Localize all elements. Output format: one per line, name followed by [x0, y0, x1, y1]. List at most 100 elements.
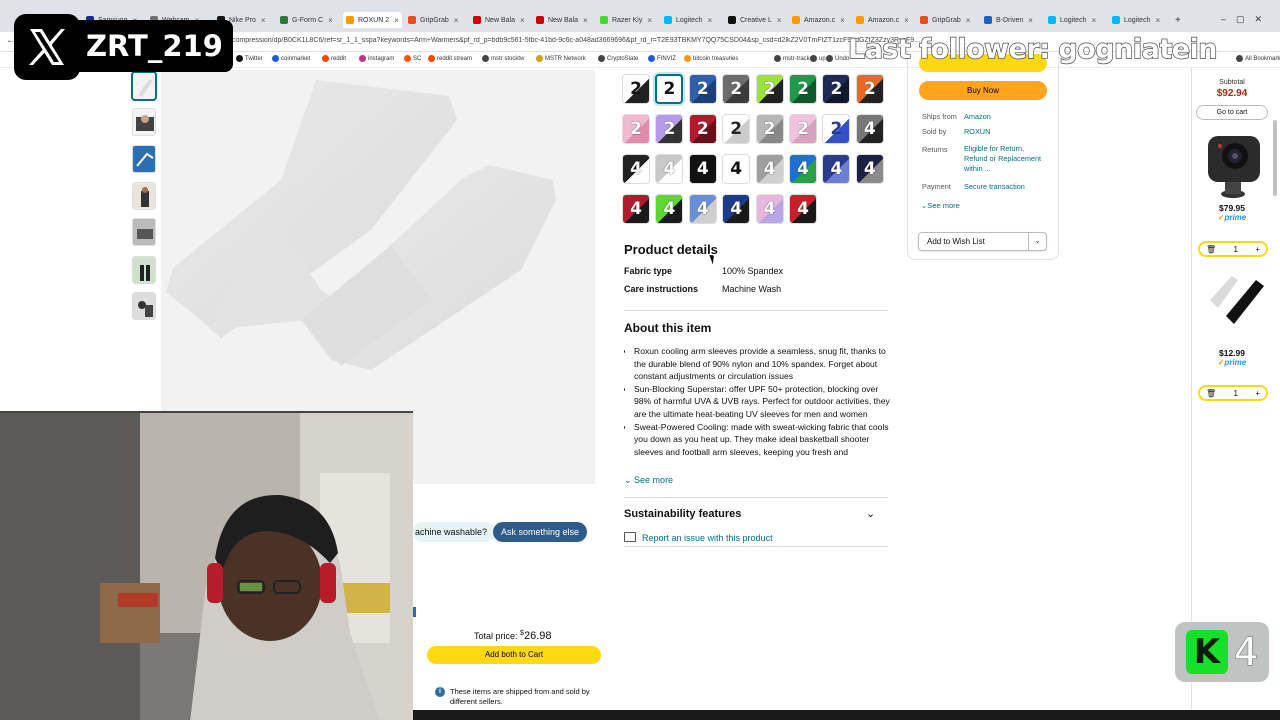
bookmark-item[interactable]: All Bookmarks: [1236, 55, 1280, 62]
bookmark-item[interactable]: coinmarket: [272, 55, 310, 62]
color-swatch[interactable]: 2: [688, 114, 717, 144]
see-more-link[interactable]: ⌄ See more: [624, 475, 673, 486]
window-controls[interactable]: –▢✕: [1221, 14, 1272, 25]
color-swatch[interactable]: 4: [855, 114, 884, 144]
color-swatch[interactable]: 4: [722, 194, 751, 224]
color-swatch[interactable]: 2: [755, 114, 784, 144]
close-icon[interactable]: ×: [966, 16, 971, 25]
color-swatch[interactable]: 4: [755, 194, 784, 224]
color-swatch[interactable]: 2: [622, 74, 650, 104]
bookmark-item[interactable]: reddit: [322, 55, 346, 62]
color-swatch[interactable]: 2: [822, 74, 851, 104]
color-swatch[interactable]: 4: [722, 154, 751, 184]
add-both-to-cart-button[interactable]: Add both to Cart: [427, 646, 601, 664]
report-issue-link[interactable]: Report an issue with this product: [642, 533, 773, 543]
color-swatch[interactable]: 2: [655, 114, 684, 144]
buy-now-button[interactable]: Buy Now: [919, 81, 1047, 100]
color-swatch[interactable]: 2: [789, 114, 817, 144]
color-swatch[interactable]: 4: [655, 154, 684, 184]
close-icon[interactable]: ×: [520, 16, 525, 25]
buybox-see-more-link[interactable]: ⌄See more: [921, 201, 960, 210]
browser-tab[interactable]: Amazon.c ×: [792, 13, 845, 27]
color-swatch[interactable]: 4: [688, 154, 717, 184]
chevron-down-icon[interactable]: ⌄: [1028, 233, 1046, 250]
bookmark-item[interactable]: MSTR Network: [536, 55, 586, 62]
color-swatch[interactable]: 2: [755, 74, 784, 104]
close-icon[interactable]: ×: [777, 16, 782, 25]
color-swatch[interactable]: 2: [722, 114, 751, 144]
color-swatch[interactable]: 2: [855, 74, 884, 104]
bookmark-item[interactable]: CryptoSlate: [598, 55, 638, 62]
close-icon[interactable]: ×: [647, 16, 652, 25]
add-to-wish-list-button[interactable]: Add to Wish List ⌄: [918, 232, 1047, 251]
browser-tab[interactable]: ROXUN 2 ×: [343, 12, 402, 28]
close-icon[interactable]: ×: [454, 16, 459, 25]
browser-tab[interactable]: GripGrab ×: [408, 13, 458, 27]
thumbnail-7[interactable]: [132, 292, 156, 320]
trash-icon[interactable]: 🗑: [1206, 245, 1216, 254]
qa-chip-ask-something-else[interactable]: Ask something else: [493, 522, 588, 542]
thumbnail-5[interactable]: [132, 218, 156, 246]
color-swatch[interactable]: 4: [622, 194, 650, 224]
bookmark-item[interactable]: FINVIZ: [648, 55, 676, 62]
bookmark-item[interactable]: SC: [404, 55, 421, 62]
close-icon[interactable]: ×: [261, 16, 266, 25]
close-icon[interactable]: ×: [1155, 16, 1160, 25]
scrollbar[interactable]: [1273, 120, 1277, 196]
color-swatch[interactable]: 4: [755, 154, 784, 184]
browser-tab[interactable]: G-Form C ×: [280, 13, 333, 27]
bookmark-item[interactable]: instagram: [359, 55, 394, 62]
thumbnail-4[interactable]: [132, 182, 156, 210]
bookmark-item[interactable]: mstr stocktw: [482, 55, 524, 62]
color-swatch[interactable]: 4: [822, 154, 851, 184]
close-icon[interactable]: ×: [707, 16, 712, 25]
plus-icon[interactable]: +: [1255, 245, 1260, 254]
color-swatch[interactable]: 2: [722, 74, 751, 104]
browser-tab[interactable]: B-Driven ×: [984, 13, 1033, 27]
bookmark-item[interactable]: up: [810, 55, 826, 62]
go-to-cart-button[interactable]: Go to cart: [1196, 105, 1268, 120]
browser-tab[interactable]: New Bala ×: [473, 13, 525, 27]
thumbnail-6[interactable]: [132, 256, 156, 284]
browser-tab[interactable]: Creative L ×: [728, 13, 782, 27]
thumbnail-3[interactable]: [132, 145, 156, 173]
bookmark-item[interactable]: bitcoin treasuries: [684, 55, 738, 62]
bookmark-item[interactable]: reddit stream: [428, 55, 472, 62]
browser-tab[interactable]: Amazon.c ×: [856, 13, 909, 27]
close-icon[interactable]: ×: [840, 16, 845, 25]
returns-value[interactable]: Eligible for Return, Refund or Replaceme…: [964, 144, 1046, 174]
browser-tab[interactable]: Razer Kiy ×: [600, 13, 652, 27]
bookmark-item[interactable]: Twitter: [236, 55, 263, 62]
cart-qty-stepper[interactable]: 🗑 1 +: [1198, 241, 1268, 257]
color-swatch[interactable]: 4: [789, 194, 817, 224]
cart-qty-stepper[interactable]: 🗑 1 +: [1198, 385, 1268, 401]
close-icon[interactable]: ×: [904, 16, 909, 25]
close-icon[interactable]: ×: [328, 16, 333, 25]
sustainability-features-heading[interactable]: Sustainability features: [624, 508, 741, 520]
color-swatch[interactable]: 4: [789, 154, 817, 184]
new-tab-button[interactable]: +: [1175, 13, 1181, 27]
color-swatch[interactable]: 2: [822, 114, 851, 144]
chevron-down-icon[interactable]: ⌄: [866, 507, 875, 520]
color-swatch[interactable]: 4: [855, 154, 884, 184]
ships-from-value[interactable]: Amazon: [964, 112, 1046, 122]
trash-icon[interactable]: 🗑: [1206, 389, 1216, 398]
browser-tab[interactable]: New Bala ×: [536, 13, 588, 27]
close-icon[interactable]: ×: [1028, 16, 1033, 25]
bookmark-item[interactable]: Undo: [826, 55, 849, 62]
browser-tab[interactable]: Logitech ×: [1048, 13, 1096, 27]
color-swatch[interactable]: 2: [622, 114, 650, 144]
plus-icon[interactable]: +: [1255, 389, 1260, 398]
color-swatch[interactable]: 4: [622, 154, 650, 184]
qa-chip-machine-washable[interactable]: achine washable?: [413, 522, 496, 542]
sold-by-value[interactable]: ROXUN: [964, 127, 1046, 137]
close-icon[interactable]: ×: [1091, 16, 1096, 25]
thumbnail-1[interactable]: [132, 72, 156, 100]
close-icon[interactable]: ×: [583, 16, 588, 25]
color-swatch[interactable]: 2: [655, 74, 684, 104]
thumbnail-2[interactable]: [132, 108, 156, 136]
browser-tab[interactable]: Logitech ×: [664, 13, 712, 27]
bookmark-item[interactable]: mstr-tracker: [774, 55, 815, 62]
color-swatch[interactable]: 2: [688, 74, 717, 104]
browser-tab[interactable]: GripGrab ×: [920, 13, 970, 27]
